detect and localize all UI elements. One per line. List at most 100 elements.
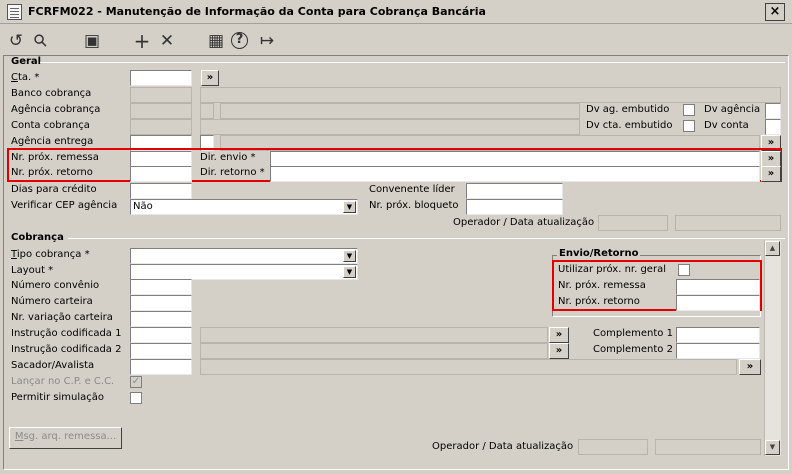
chevron-down-icon[interactable]: ▼ (343, 266, 356, 278)
dv-conta-input[interactable] (765, 119, 781, 135)
instrucao-1-lookup-button[interactable]: » (549, 327, 569, 343)
dir-envio-input[interactable] (270, 151, 760, 167)
conta-cobranca-code (130, 119, 192, 135)
complemento-2-label: Complemento 2 (593, 344, 673, 355)
cta-label: Cta. * (11, 72, 40, 83)
permitir-simulacao-checkbox[interactable] (130, 392, 142, 404)
verificar-cep-label: Verificar CEP agência (11, 200, 118, 211)
divider (40, 62, 785, 63)
window-title: FCRFM022 - Manutenção de Informação da C… (28, 5, 486, 18)
layout-select[interactable]: ▼ (130, 264, 358, 280)
convenente-lider-input[interactable] (466, 183, 563, 199)
chevron-down-icon[interactable]: ▼ (343, 201, 356, 213)
agencia-cobranca-name (220, 103, 580, 119)
operador-geral-label: Operador / Data atualização (453, 217, 595, 228)
help-icon[interactable]: ? (231, 32, 248, 49)
dv-ag-embutido-checkbox[interactable] (683, 104, 695, 116)
verificar-cep-value: Não (133, 201, 153, 212)
nr-prox-bloqueto-label: Nr. próx. bloqueto (369, 200, 459, 211)
complemento-1-label: Complemento 1 (593, 328, 673, 339)
dir-retorno-label: Dir. retorno * (200, 167, 265, 178)
convenente-lider-label: Convenente líder (369, 184, 455, 195)
envio-retorno-title: Envio/Retorno (557, 248, 641, 259)
instrucao-codificada-2-desc (200, 343, 548, 359)
sacador-lookup-button[interactable]: » (739, 359, 761, 375)
dv-conta-label: Dv conta (704, 120, 749, 131)
lancar-cp-cc-checkbox[interactable]: ✓ (130, 376, 142, 388)
search-icon[interactable]: ⚲ (25, 25, 56, 56)
app-icon (7, 4, 22, 20)
sacador-avalista-label: Sacador/Avalista (11, 360, 95, 371)
dv-agencia-label: Dv agência (704, 104, 761, 115)
nr-variacao-carteira-input[interactable] (130, 311, 192, 327)
save-icon[interactable]: ▣ (81, 30, 103, 52)
agencia-entrega-label: Agência entrega (11, 136, 94, 147)
instrucao-codificada-2-code[interactable] (130, 343, 192, 359)
layout-label: Layout * (11, 265, 54, 276)
dias-credito-input[interactable] (130, 183, 192, 199)
calendar-icon[interactable]: ▦ (205, 30, 227, 52)
add-icon[interactable]: + (131, 30, 153, 52)
vertical-scrollbar[interactable] (764, 240, 781, 456)
complemento-2-input[interactable] (676, 343, 760, 359)
lancar-cp-cc-label: Lançar no C.P. e C.C. (11, 376, 115, 387)
sacador-avalista-code[interactable] (130, 359, 192, 375)
data-atualizacao-geral-field (675, 215, 781, 231)
cta-lookup-button[interactable]: » (201, 70, 219, 86)
verificar-cep-select[interactable]: Não ▼ (130, 199, 358, 215)
numero-convenio-input[interactable] (130, 279, 192, 295)
dir-retorno-lookup-button[interactable]: » (761, 166, 781, 182)
numero-carteira-input[interactable] (130, 295, 192, 311)
dir-retorno-input[interactable] (270, 166, 760, 182)
section-cobranca-title: Cobrança (11, 232, 64, 243)
utilizar-prox-nr-geral-label: Utilizar próx. nr. geral (558, 264, 666, 275)
dv-ag-embutido-label: Dv ag. embutido (586, 104, 670, 115)
nr-prox-retorno-input[interactable] (130, 166, 192, 182)
er-nr-prox-retorno-input[interactable] (676, 295, 760, 311)
chevron-down-icon[interactable]: ▼ (343, 250, 356, 262)
instrucao-codificada-2-label: Instrução codificada 2 (11, 344, 122, 355)
scroll-down-icon[interactable]: ▼ (765, 440, 780, 455)
scroll-up-icon[interactable]: ▲ (765, 241, 780, 256)
tipo-cobranca-select[interactable]: ▼ (130, 248, 358, 264)
nr-prox-remessa-input[interactable] (130, 151, 192, 167)
nr-prox-retorno-label: Nr. próx. retorno (11, 167, 93, 178)
instrucao-codificada-1-label: Instrução codificada 1 (11, 328, 122, 339)
operador-cobranca-field (578, 439, 648, 455)
instrucao-codificada-1-code[interactable] (130, 327, 192, 343)
agencia-cobranca-dv (200, 103, 214, 119)
nr-prox-bloqueto-input[interactable] (466, 199, 563, 215)
numero-carteira-label: Número carteira (11, 296, 93, 307)
msg-arq-remessa-button[interactable]: Msg. arq. remessa... (9, 427, 122, 449)
close-button[interactable]: × (765, 3, 785, 21)
banco-cobranca-name (200, 87, 781, 103)
banco-cobranca-label: Banco cobrança (11, 88, 92, 99)
utilizar-prox-nr-geral-checkbox[interactable] (678, 264, 690, 276)
tipo-cobranca-label: Tipo cobrança * (11, 249, 90, 260)
sacador-avalista-name (200, 359, 737, 375)
complemento-1-input[interactable] (676, 327, 760, 343)
operador-geral-field (598, 215, 668, 231)
conta-cobranca-name (200, 119, 580, 135)
agencia-cobranca-label: Agência cobrança (11, 104, 101, 115)
nr-variacao-carteira-label: Nr. variação carteira (11, 312, 113, 323)
agencia-cobranca-code (130, 103, 192, 119)
divider (68, 238, 785, 239)
operador-cobranca-label: Operador / Data atualização (432, 441, 574, 452)
dv-cta-embutido-checkbox[interactable] (683, 120, 695, 132)
section-geral-title: Geral (11, 56, 42, 67)
dv-agencia-input[interactable] (765, 103, 781, 119)
numero-convenio-label: Número convênio (11, 280, 100, 291)
dir-envio-label: Dir. envio * (200, 152, 256, 163)
cta-input[interactable] (130, 70, 192, 86)
er-nr-prox-retorno-label: Nr. próx. retorno (558, 296, 640, 307)
instrucao-2-lookup-button[interactable]: » (549, 343, 569, 359)
permitir-simulacao-label: Permitir simulação (11, 392, 104, 403)
er-nr-prox-remessa-input[interactable] (676, 279, 760, 295)
exit-icon[interactable]: ↦ (256, 30, 278, 52)
dv-cta-embutido-label: Dv cta. embutido (586, 120, 673, 131)
instrucao-codificada-1-desc (200, 327, 548, 343)
dir-envio-lookup-button[interactable]: » (761, 151, 781, 167)
undo-icon[interactable]: ↺ (5, 30, 27, 52)
delete-icon[interactable]: ✕ (156, 30, 178, 52)
